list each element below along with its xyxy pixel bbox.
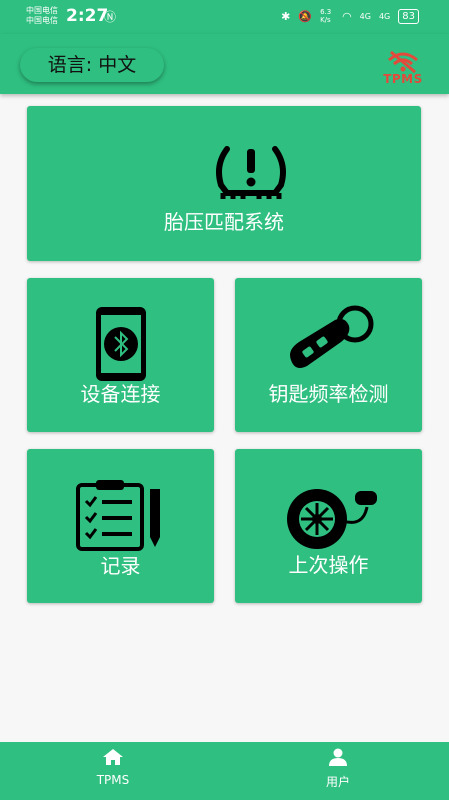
battery-indicator: 83 (398, 8, 419, 24)
nav-user[interactable]: 用户 (298, 748, 378, 790)
key-frequency-tile[interactable]: 钥匙频率检测 (235, 278, 422, 432)
signal-1: 4G (359, 11, 371, 21)
tire-pressure-warning-icon (216, 146, 286, 199)
bottom-navigation: TPMS 用户 (0, 742, 449, 800)
app-header: 语言: 中文 TPMS (0, 34, 449, 94)
tpms-logo: TPMS (379, 48, 427, 86)
status-icons: ✱ 🔕 6.3 K/s ◠ 4G 4G 83 (281, 8, 419, 24)
tire-pressure-match-label: 胎压匹配系统 (164, 210, 284, 234)
network-speed: 6.3 K/s (320, 8, 332, 24)
tire-gauge-icon (287, 489, 377, 549)
tpms-logo-text: TPMS (383, 72, 423, 86)
status-time: 2:27 (66, 6, 109, 26)
nfc-icon: Ⓝ (104, 10, 117, 24)
clipboard-checklist-icon (76, 480, 160, 551)
mute-icon: 🔕 (298, 9, 313, 23)
carrier-2: 中国电信 (26, 16, 58, 25)
phone-bluetooth-icon (96, 307, 146, 381)
language-button[interactable]: 语言: 中文 (20, 48, 164, 82)
carrier-info: 中国电信 中国电信 (26, 6, 58, 26)
status-bar: 中国电信 中国电信 2:27 Ⓝ ✱ 🔕 6.3 K/s ◠ 4G 4G 83 (0, 0, 449, 34)
home-icon (103, 749, 123, 765)
last-operation-tile[interactable]: 上次操作 (235, 449, 422, 603)
bluetooth-icon: ✱ (281, 9, 291, 23)
nav-tpms[interactable]: TPMS (73, 748, 153, 787)
carrier-1: 中国电信 (26, 6, 58, 15)
device-connect-label: 设备连接 (80, 382, 161, 406)
wifi-icon: ◠ (342, 9, 352, 23)
nav-tpms-label: TPMS (96, 773, 130, 787)
records-label: 记录 (100, 554, 141, 578)
user-icon (329, 748, 347, 766)
nav-user-label: 用户 (325, 775, 350, 789)
signal-2: 4G (378, 11, 391, 21)
tire-pressure-match-tile[interactable]: 胎压匹配系统 (27, 106, 421, 261)
device-connect-tile[interactable]: 设备连接 (27, 278, 214, 432)
last-operation-label: 上次操作 (288, 553, 369, 577)
records-tile[interactable]: 记录 (27, 449, 214, 603)
car-key-icon (290, 305, 374, 368)
key-frequency-label: 钥匙频率检测 (268, 382, 389, 406)
wifi-off-icon (388, 50, 418, 74)
